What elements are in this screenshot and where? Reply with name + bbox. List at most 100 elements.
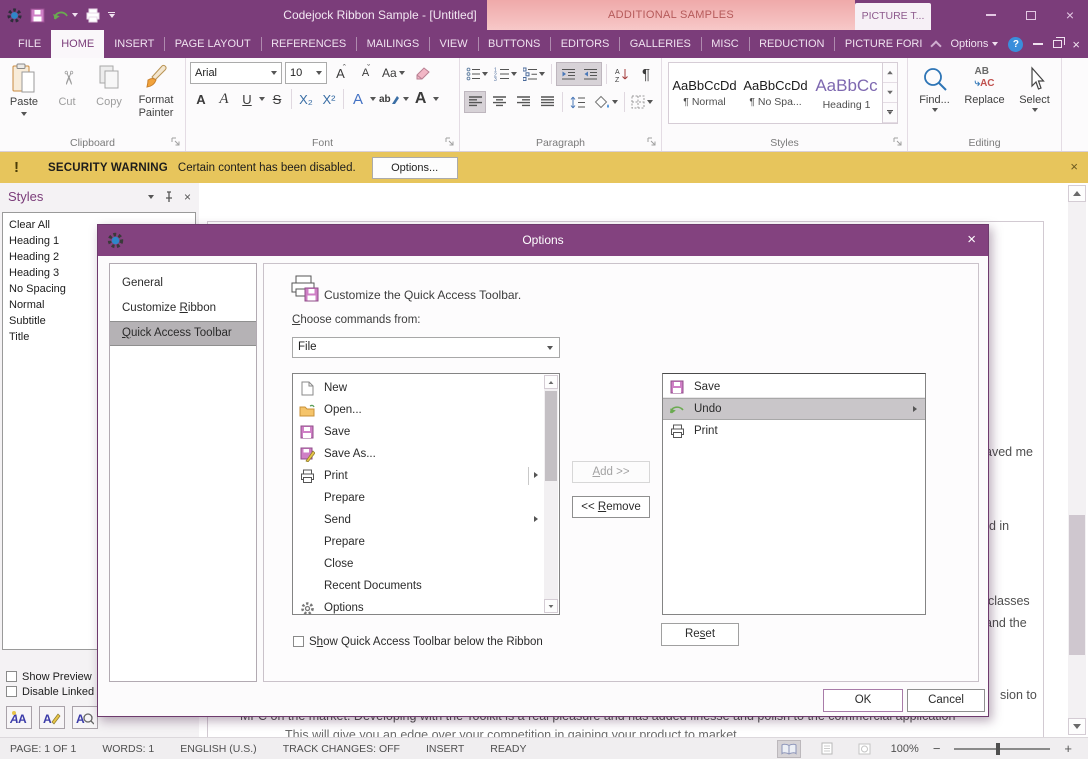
web-layout-button[interactable] [853, 740, 877, 758]
italic-button[interactable]: A [213, 88, 235, 110]
grow-font-button[interactable]: Aˆ [330, 62, 352, 84]
tab-view[interactable]: VIEW [430, 30, 478, 58]
text-effects-dropdown-icon[interactable] [370, 97, 376, 101]
multilevel-list-button[interactable] [521, 63, 547, 85]
strikethrough-button[interactable]: S [266, 88, 288, 110]
security-options-button[interactable]: Options... [372, 157, 458, 179]
shrink-font-button[interactable]: Aˇ [355, 62, 377, 84]
scrollbar-thumb[interactable] [1069, 515, 1085, 655]
highlight-button[interactable]: ab [377, 88, 402, 110]
zoom-slider-thumb[interactable] [996, 743, 1000, 755]
show-below-ribbon-checkbox[interactable] [293, 636, 304, 647]
list-scrollbar-thumb[interactable] [545, 391, 557, 481]
context-tab-picture[interactable]: PICTURE T... [855, 3, 931, 30]
undo-dropdown-icon[interactable] [72, 13, 78, 17]
command-save[interactable]: Save [293, 421, 559, 443]
gallery-scroll-up[interactable] [883, 63, 897, 83]
nav-general[interactable]: General [110, 271, 256, 296]
command-prepare-2[interactable]: Prepare [293, 531, 559, 553]
highlight-dropdown-icon[interactable] [403, 97, 409, 101]
font-family-select[interactable]: Arial [190, 62, 282, 84]
qat-item-undo[interactable]: Undo [663, 398, 925, 420]
styles-dialog-launcher-icon[interactable] [893, 137, 903, 147]
decrease-indent-button[interactable] [557, 63, 579, 85]
show-preview-checkbox-row[interactable]: Show Preview [6, 671, 105, 683]
style-no-spacing[interactable]: AaBbCcDd ¶ No Spa... [740, 63, 811, 123]
borders-button[interactable] [629, 91, 655, 113]
align-right-button[interactable] [512, 91, 534, 113]
shading-button[interactable] [591, 91, 620, 113]
app-icon[interactable] [6, 7, 23, 24]
font-color-button[interactable]: A [410, 88, 432, 110]
ok-button[interactable]: OK [823, 689, 903, 712]
font-size-select[interactable]: 10 [285, 62, 327, 84]
clipboard-dialog-launcher-icon[interactable] [171, 137, 181, 147]
dialog-title-bar[interactable]: Options × [98, 225, 988, 256]
nav-customize-ribbon[interactable]: Customize Ribbon [110, 296, 256, 321]
pin-icon[interactable] [164, 191, 174, 203]
nav-quick-access-toolbar[interactable]: Quick Access Toolbar [110, 321, 256, 346]
bold-button[interactable]: A [190, 88, 212, 110]
options-menu[interactable]: Options [950, 38, 998, 50]
new-style-button[interactable]: AA [6, 706, 32, 729]
minimize-icon[interactable] [986, 14, 996, 16]
close-icon[interactable]: × [1066, 8, 1074, 22]
cancel-button[interactable]: Cancel [907, 689, 985, 712]
zoom-in-button[interactable]: + [1064, 741, 1072, 756]
vertical-scrollbar[interactable] [1068, 185, 1086, 735]
align-center-button[interactable] [488, 91, 510, 113]
numbering-button[interactable]: 123 [492, 63, 518, 85]
line-spacing-button[interactable] [567, 91, 589, 113]
remove-button[interactable]: << Remove [572, 496, 650, 518]
command-list-scrollbar[interactable] [544, 375, 558, 613]
disable-linked-checkbox-row[interactable]: Disable Linked S [6, 686, 105, 698]
qat-item-print[interactable]: Print [663, 420, 925, 442]
subscript-button[interactable]: X₂ [295, 88, 317, 110]
bullets-button[interactable] [464, 63, 490, 85]
command-close[interactable]: Close [293, 553, 559, 575]
show-below-ribbon-row[interactable]: Show Quick Access Toolbar below the Ribb… [293, 632, 543, 650]
zoom-level[interactable]: 100% [891, 743, 919, 755]
status-words[interactable]: WORDS: 1 [102, 743, 154, 755]
zoom-out-button[interactable]: − [933, 741, 941, 756]
print-layout-button[interactable] [815, 740, 839, 758]
maximize-icon[interactable] [1026, 11, 1036, 20]
tab-reduction[interactable]: REDUCTION [749, 30, 834, 58]
security-close-icon[interactable]: × [1070, 159, 1078, 174]
paragraph-dialog-launcher-icon[interactable] [647, 137, 657, 147]
font-color-dropdown-icon[interactable] [433, 97, 439, 101]
list-scroll-down[interactable] [544, 599, 558, 613]
tab-galleries[interactable]: GALLERIES [620, 30, 701, 58]
style-normal[interactable]: AaBbCcDd ¶ Normal [669, 63, 740, 123]
print-icon[interactable] [85, 8, 101, 23]
clear-formatting-button[interactable] [410, 62, 432, 84]
tab-editors[interactable]: EDITORS [551, 30, 620, 58]
font-dialog-launcher-icon[interactable] [445, 137, 455, 147]
sort-button[interactable]: AZ [611, 63, 633, 85]
undo-button[interactable] [52, 8, 78, 22]
superscript-button[interactable]: X² [318, 88, 340, 110]
styles-pane-dropdown-icon[interactable] [148, 195, 154, 199]
collapse-ribbon-icon[interactable] [931, 40, 942, 51]
help-icon[interactable]: ? [1008, 37, 1023, 52]
gallery-more-button[interactable] [883, 103, 897, 123]
tab-references[interactable]: REFERENCES [261, 30, 356, 58]
tab-insert[interactable]: INSERT [104, 30, 164, 58]
underline-dropdown-icon[interactable] [259, 97, 265, 101]
ribbon-close-icon[interactable]: × [1072, 37, 1080, 52]
status-language[interactable]: ENGLISH (U.S.) [180, 743, 256, 755]
context-tab-banner[interactable]: ADDITIONAL SAMPLES [487, 0, 855, 30]
command-options[interactable]: Options [293, 597, 559, 619]
scroll-down-button[interactable] [1068, 718, 1086, 735]
command-send[interactable]: Send [293, 509, 559, 531]
tab-picture-format[interactable]: PICTURE FORI [835, 30, 933, 58]
show-preview-checkbox[interactable] [6, 671, 17, 682]
disable-linked-checkbox[interactable] [6, 686, 17, 697]
manage-styles-button[interactable]: A [72, 706, 98, 729]
status-insert-mode[interactable]: INSERT [426, 743, 464, 755]
tab-file[interactable]: FILE [8, 30, 51, 58]
tab-page-layout[interactable]: PAGE LAYOUT [165, 30, 261, 58]
read-mode-button[interactable] [777, 740, 801, 758]
style-inspector-button[interactable]: A [39, 706, 65, 729]
status-page[interactable]: PAGE: 1 OF 1 [10, 743, 76, 755]
